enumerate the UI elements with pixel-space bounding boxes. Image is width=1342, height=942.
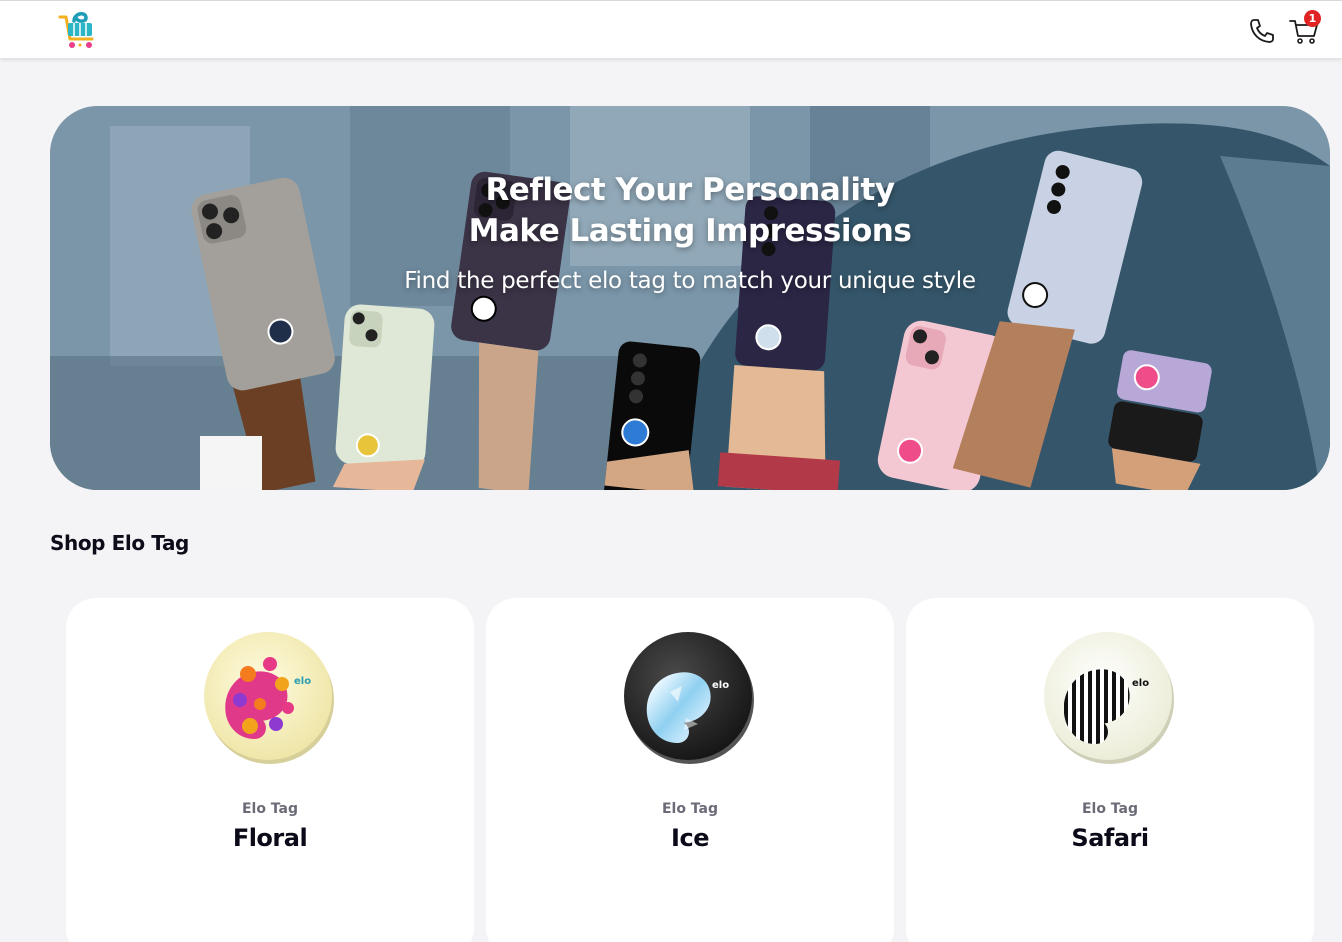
ice-elo-tag-image[interactable]: elo bbox=[620, 628, 760, 768]
product-kicker: Elo Tag bbox=[241, 801, 299, 817]
phone-icon[interactable] bbox=[1248, 17, 1276, 45]
top-header: 1 bbox=[0, 0, 1342, 58]
hero-title-line1: Reflect Your Personality bbox=[485, 172, 895, 208]
hero-subtitle: Find the perfect elo tag to match your u… bbox=[404, 268, 976, 294]
phone-image bbox=[332, 304, 435, 490]
product-kicker: Elo Tag bbox=[661, 801, 719, 817]
product-name: Safari bbox=[1071, 824, 1149, 852]
product-card-floral[interactable]: elo Elo Tag Floral bbox=[66, 598, 474, 942]
section-title: Shop Elo Tag bbox=[50, 531, 189, 555]
product-kicker: Elo Tag bbox=[1081, 801, 1139, 817]
safari-elo-tag-image[interactable]: elo bbox=[1040, 628, 1180, 768]
product-name: Floral bbox=[232, 824, 308, 852]
svg-text:elo: elo bbox=[294, 676, 311, 687]
svg-text:elo: elo bbox=[1132, 678, 1149, 689]
product-name: Ice bbox=[671, 824, 709, 852]
elo-cart-logo[interactable] bbox=[56, 9, 100, 53]
product-card-ice[interactable]: elo Elo Tag Ice bbox=[486, 598, 894, 942]
svg-text:elo: elo bbox=[712, 680, 729, 691]
hero-banner[interactable]: Reflect Your Personality Make Lasting Im… bbox=[50, 106, 1330, 490]
floral-elo-tag-image[interactable]: elo bbox=[200, 628, 340, 768]
hero-text-block: Reflect Your Personality Make Lasting Im… bbox=[50, 170, 1330, 294]
hero-background-image bbox=[50, 106, 1330, 490]
cart-count-badge: 1 bbox=[1304, 10, 1321, 27]
product-card-safari[interactable]: elo Elo Tag Safari bbox=[906, 598, 1314, 942]
hero-title-line2: Make Lasting Impressions bbox=[468, 213, 912, 249]
